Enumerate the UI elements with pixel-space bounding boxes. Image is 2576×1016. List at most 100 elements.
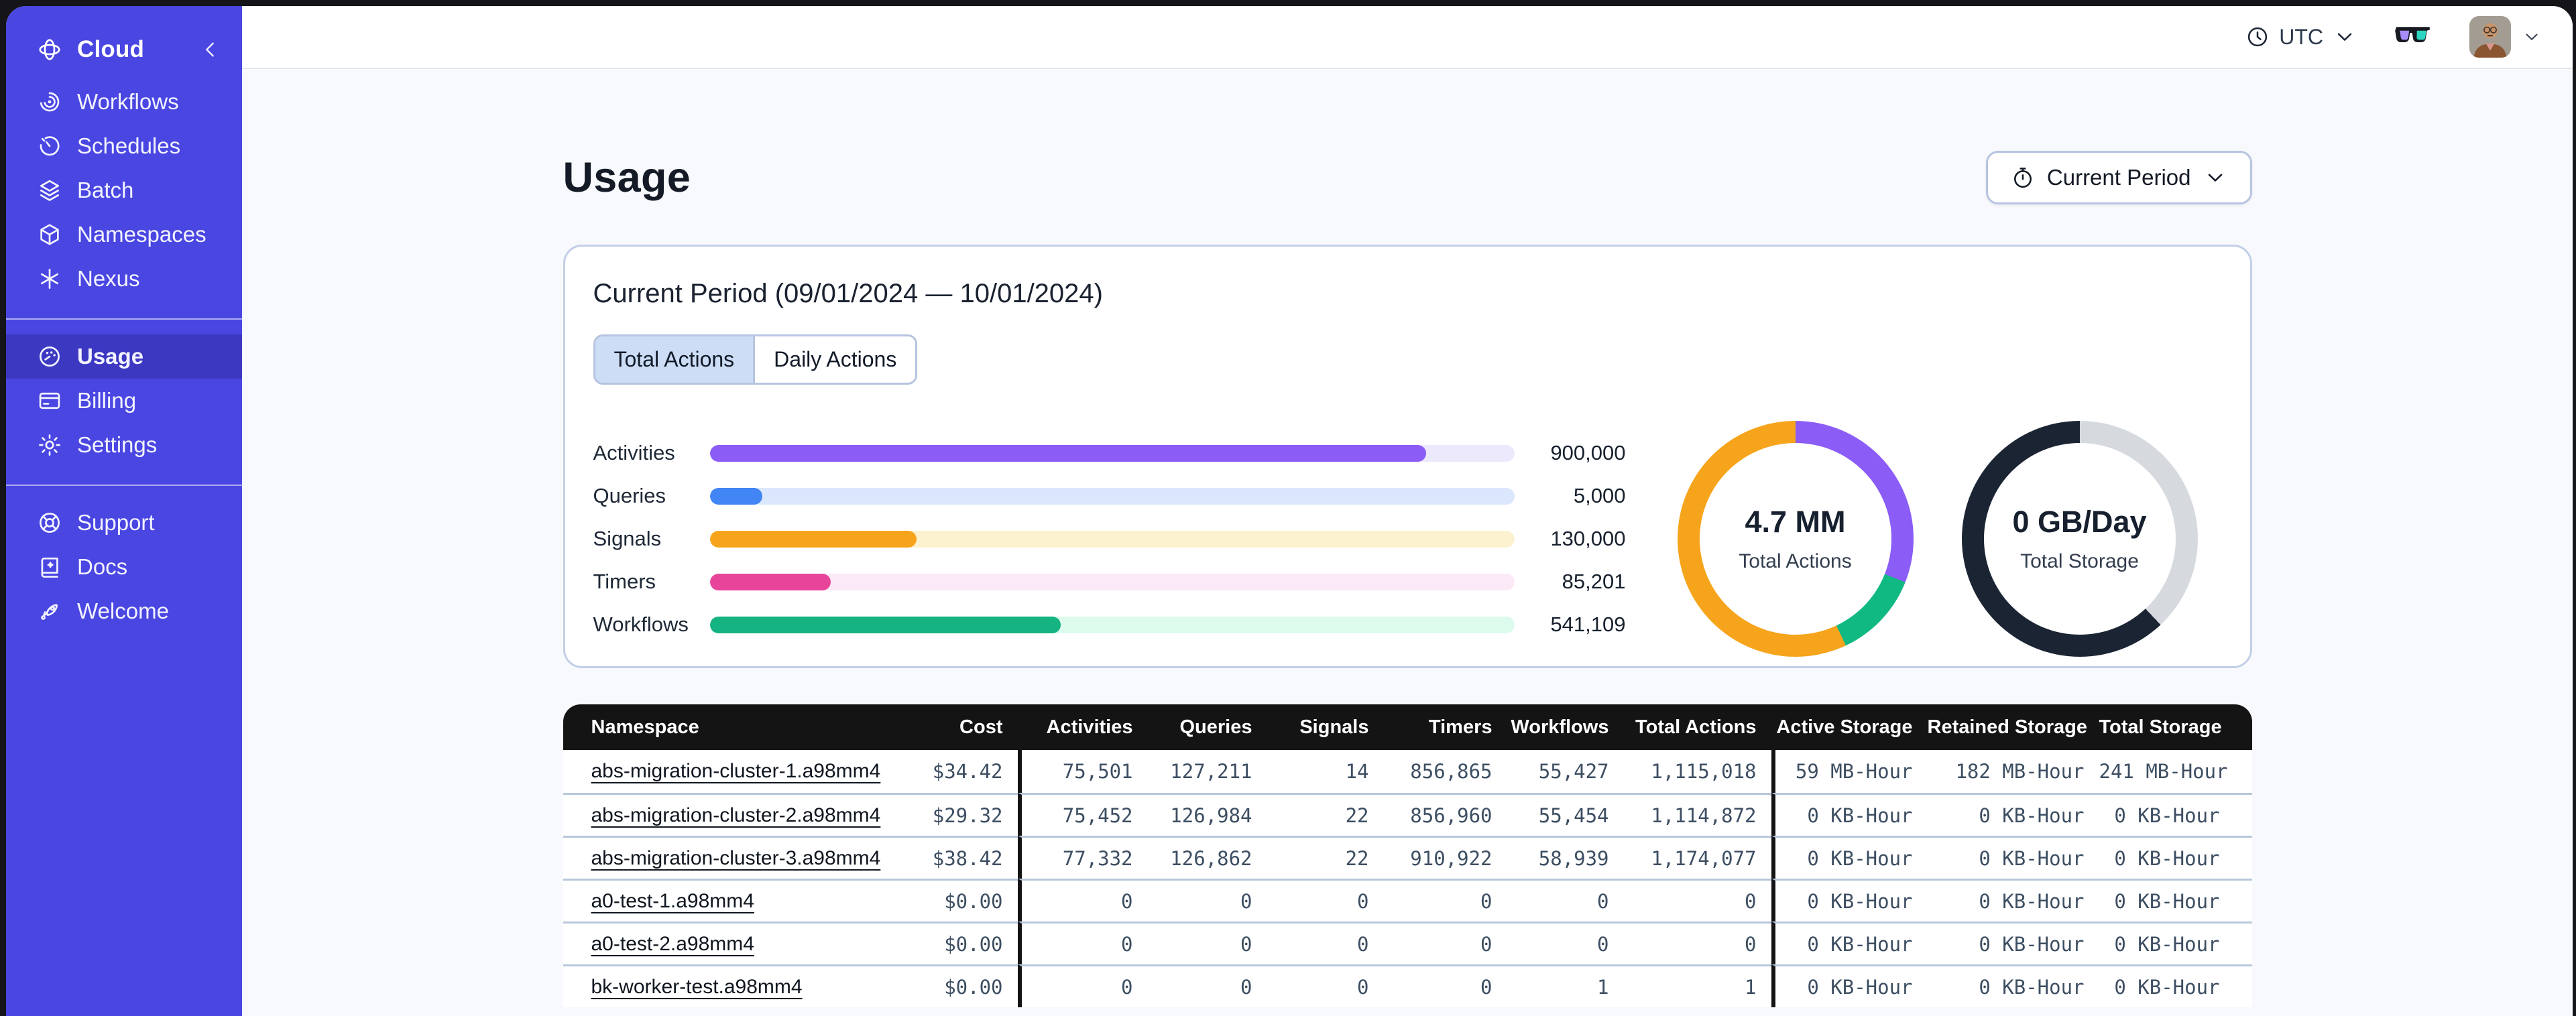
donut-total-storage: 0 GB/Day Total Storage [1961, 421, 2198, 657]
table-cell: 0 KB-Hour [1771, 922, 1928, 964]
docs-icon [37, 554, 62, 580]
sidebar-item-namespaces[interactable]: Namespaces [6, 212, 242, 257]
usage-icon [37, 344, 62, 369]
table-cell: 0 [1017, 922, 1148, 964]
batch-icon [37, 178, 62, 203]
namespace-link[interactable]: a0-test-2.a98mm4 [591, 933, 754, 955]
table-cell: 0 [1147, 964, 1267, 1007]
column-header-total-actions: Total Actions [1623, 704, 1771, 750]
table-cell: 241 MB-Hour [2099, 750, 2252, 793]
table-header-row: Namespace Cost Activities Queries Signals Tim… [563, 704, 2252, 750]
timezone-selector[interactable]: UTC [2245, 25, 2357, 50]
table-cell: 1 [1623, 964, 1771, 1007]
donut-label: Total Actions [1739, 550, 1852, 572]
table-cell: 0 KB-Hour [1771, 964, 1928, 1007]
bar-track [709, 444, 1515, 462]
donut-center: 0 GB/Day Total Storage [1984, 443, 2176, 635]
bar-value: 130,000 [1550, 527, 1626, 550]
sidebar-item-schedules[interactable]: Schedules [6, 124, 242, 168]
table-cell: 0 KB-Hour [2099, 793, 2252, 836]
sidebar-item-nexus[interactable]: Nexus [6, 257, 242, 301]
table-cell: 55,454 [1507, 793, 1624, 836]
account-menu[interactable] [2469, 16, 2542, 58]
sidebar-item-label: Schedules [77, 133, 181, 158]
glasses-icon[interactable] [2394, 23, 2432, 50]
table-cell: 0 KB-Hour [1927, 836, 2099, 879]
sidebar-item-docs[interactable]: Docs [6, 545, 242, 589]
namespace-link[interactable]: abs-migration-cluster-1.a98mm4 [591, 760, 881, 782]
table-cell: $0.00 [898, 964, 1018, 1007]
namespace-link[interactable]: abs-migration-cluster-3.a98mm4 [591, 847, 881, 869]
column-header-signals: Signals [1267, 704, 1384, 750]
bar-label: Signals [593, 527, 662, 550]
bar-track [709, 487, 1515, 505]
table-cell: 58,939 [1507, 836, 1624, 879]
bar-value: 900,000 [1550, 441, 1626, 464]
table-cell: 59 MB-Hour [1771, 750, 1928, 793]
donut-value: 4.7 MM [1745, 505, 1846, 539]
timezone-label: UTC [2279, 24, 2323, 49]
usage-charts: Activities 900,000 Queries 5,000 Signals 130,… [593, 421, 2222, 657]
table-cell: 77,332 [1017, 836, 1148, 879]
bar-value: 5,000 [1573, 484, 1626, 507]
topbar: UTC [242, 6, 2573, 69]
column-header-cost: Cost [898, 704, 1018, 750]
donut-center: 4.7 MM Total Actions [1700, 443, 1891, 635]
sidebar-item-batch[interactable]: Batch [6, 168, 242, 212]
table-cell: 0 [1507, 879, 1624, 922]
table-cell: 1 [1507, 964, 1624, 1007]
table-cell: 910,922 [1383, 836, 1507, 879]
bar-row-timers: Timers 85,201 [593, 560, 1626, 603]
table-cell: $29.32 [898, 793, 1018, 836]
column-header-queries: Queries [1147, 704, 1267, 750]
sidebar-item-usage[interactable]: Usage [6, 334, 242, 379]
donut-label: Total Storage [2020, 550, 2139, 572]
namespace-link[interactable]: abs-migration-cluster-2.a98mm4 [591, 804, 881, 826]
table-cell: 0 [1267, 964, 1384, 1007]
table-cell: 75,501 [1017, 750, 1148, 793]
sidebar-item-label: Support [77, 510, 155, 535]
sidebar-item-workflows[interactable]: Workflows [6, 80, 242, 124]
sidebar-item-label: Settings [77, 432, 158, 457]
bar-label: Activities [593, 441, 675, 464]
table-cell: 0 KB-Hour [2099, 964, 2252, 1007]
sidebar-nav-help: Support Docs Welcome [6, 501, 242, 633]
table-cell: 0 [1507, 922, 1624, 964]
app-window: Cloud Workflows Schedules Batch Namespaces N… [6, 6, 2573, 1016]
sidebar-item-label: Nexus [77, 266, 140, 291]
sidebar-collapse-icon[interactable] [199, 38, 222, 61]
sidebar-item-welcome[interactable]: Welcome [6, 589, 242, 633]
sidebar-item-label: Workflows [77, 89, 179, 114]
sidebar-brand[interactable]: Cloud [6, 26, 242, 73]
table-cell: 0 [1267, 922, 1384, 964]
column-header-namespace: Namespace [563, 704, 898, 750]
support-icon [37, 510, 62, 535]
sidebar-nav-account: Usage Billing Settings [6, 334, 242, 467]
table-cell: 0 KB-Hour [1927, 964, 2099, 1007]
clock-icon [2245, 25, 2270, 49]
tab-total-actions[interactable]: Total Actions [595, 336, 754, 383]
bar-row-workflows: Workflows 541,109 [593, 603, 1626, 646]
table-cell: 0 KB-Hour [1771, 836, 1928, 879]
table-cell: 0 KB-Hour [1927, 879, 2099, 922]
table-cell: 75,452 [1017, 793, 1148, 836]
sidebar-item-label: Docs [77, 554, 128, 579]
sidebar-item-support[interactable]: Support [6, 501, 242, 545]
sidebar-item-billing[interactable]: Billing [6, 379, 242, 423]
namespaces-icon [37, 222, 62, 247]
period-selector-button[interactable]: Current Period [1985, 151, 2252, 204]
sidebar-item-settings[interactable]: Settings [6, 423, 242, 467]
tab-daily-actions[interactable]: Daily Actions [753, 336, 916, 383]
bar-row-queries: Queries 5,000 [593, 474, 1626, 517]
table-row: abs-migration-cluster-1.a98mm4 $34.42 75,5… [563, 750, 2252, 793]
actions-bar-chart: Activities 900,000 Queries 5,000 Signals 130,… [593, 432, 1626, 646]
namespace-link[interactable]: bk-worker-test.a98mm4 [591, 976, 803, 998]
table-cell: 856,960 [1383, 793, 1507, 836]
welcome-icon [37, 598, 62, 624]
table-cell: $0.00 [898, 879, 1018, 922]
namespace-link[interactable]: a0-test-1.a98mm4 [591, 890, 754, 912]
table-cell: 1,174,077 [1623, 836, 1771, 879]
sidebar: Cloud Workflows Schedules Batch Namespaces N… [6, 6, 242, 1016]
table-row: a0-test-1.a98mm4 $0.00 0 0 0 0 0 0 0 KB-Hour 0 KB… [563, 879, 2252, 922]
column-header-workflows: Workflows [1507, 704, 1624, 750]
